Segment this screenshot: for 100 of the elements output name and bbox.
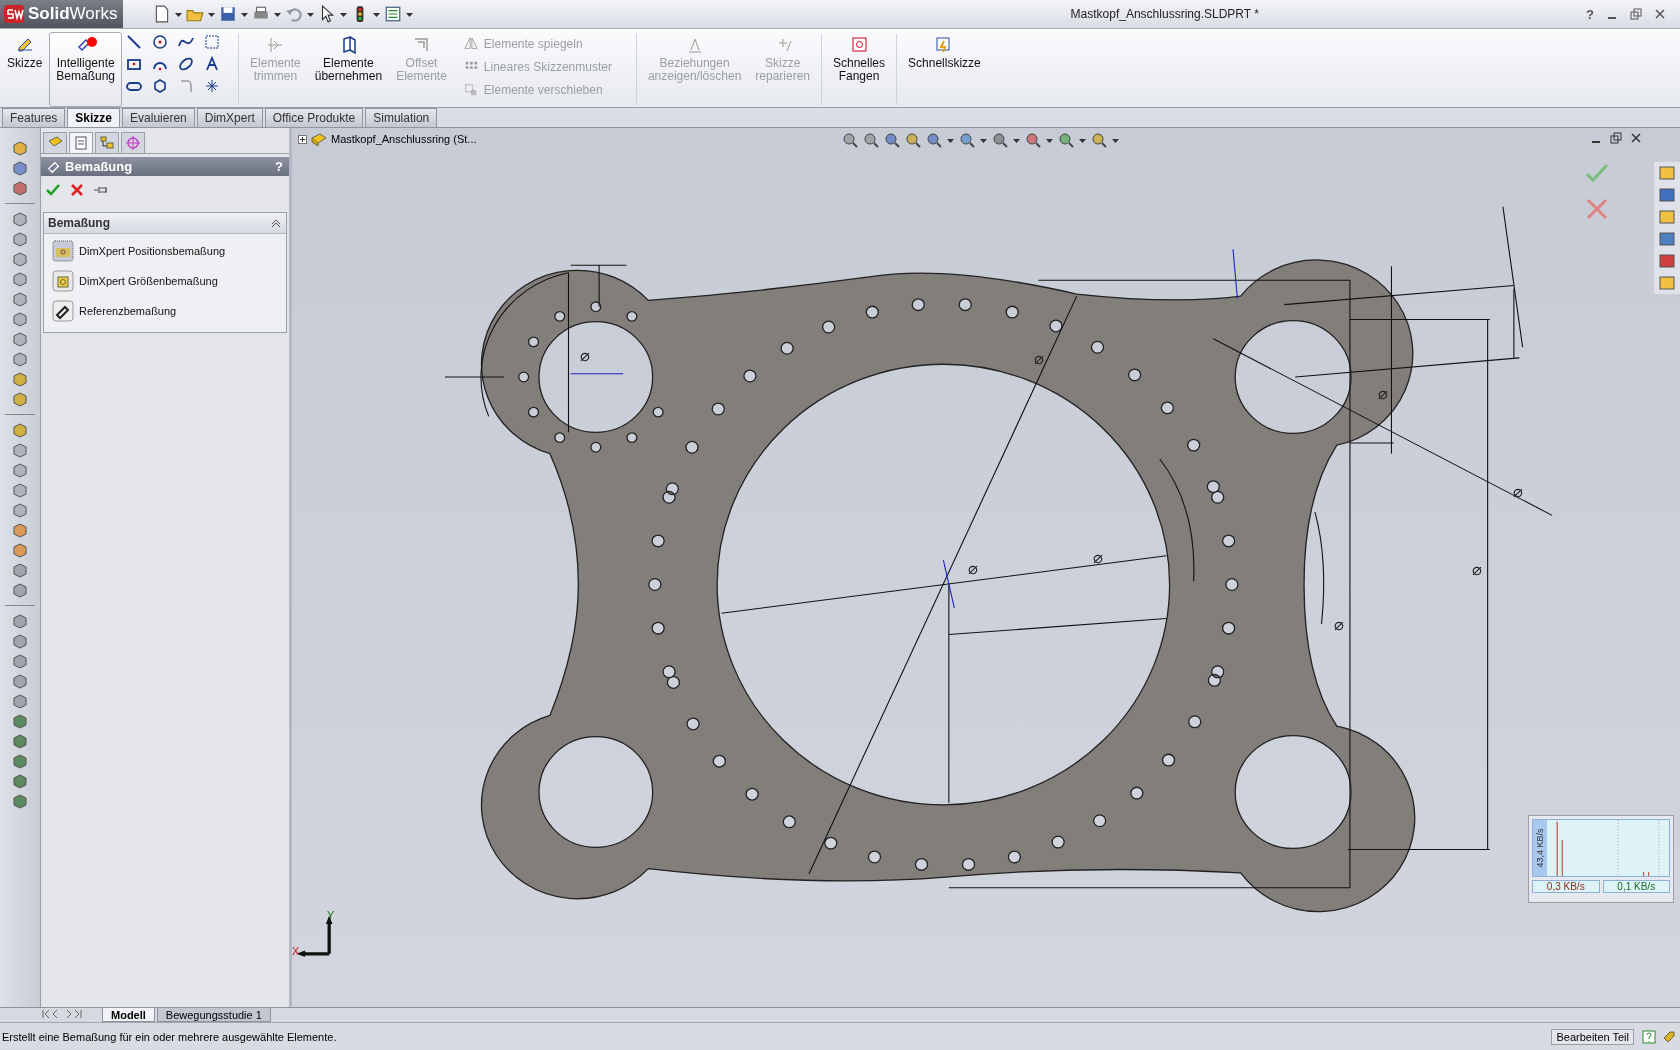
caret-icon[interactable] xyxy=(980,136,987,144)
options-icon[interactable] xyxy=(384,5,403,23)
line-icon[interactable] xyxy=(126,34,143,50)
zoom-area-icon[interactable] xyxy=(863,132,879,148)
option-item[interactable]: DimXpert Größenbemaßung xyxy=(44,266,286,296)
toolbar-tool-icon[interactable] xyxy=(12,482,28,498)
ribbon-button[interactable]: Schnellskizze xyxy=(901,32,988,107)
toolbar-tool-icon[interactable] xyxy=(12,633,28,649)
tab[interactable]: Features xyxy=(2,108,66,127)
toolbar-tool-icon[interactable] xyxy=(12,793,28,809)
toolbar-tool-icon[interactable] xyxy=(12,562,28,578)
toolbar-tool-icon[interactable] xyxy=(12,522,28,538)
tab[interactable]: Office Produkte xyxy=(264,108,364,127)
app-logo: SolidWorks xyxy=(28,4,118,24)
caret-icon[interactable] xyxy=(947,136,954,144)
caret-icon[interactable] xyxy=(208,10,216,18)
ribbon-button[interactable]: Intelligente Bemaßung xyxy=(49,32,123,107)
caret-icon[interactable] xyxy=(1079,136,1086,144)
toolbar-tool-icon[interactable] xyxy=(12,231,28,247)
text-icon[interactable] xyxy=(204,56,221,72)
toolbar-tool-icon[interactable] xyxy=(12,502,28,518)
tree-item[interactable]: Mastkopf_Anschlussring (St... xyxy=(331,133,477,145)
toolbar-tool-icon[interactable] xyxy=(12,351,28,367)
close-icon[interactable] xyxy=(1654,8,1666,20)
toolbar-tool-icon[interactable] xyxy=(12,160,28,176)
tab[interactable]: Skizze xyxy=(67,108,121,127)
tab[interactable]: DimXpert xyxy=(196,108,263,127)
toolbar-tool-icon[interactable] xyxy=(12,773,28,789)
tab[interactable]: Simulation xyxy=(365,108,438,127)
ok-check-icon[interactable] xyxy=(45,182,61,198)
help-button[interactable]: ? xyxy=(1586,6,1594,22)
help-button[interactable]: ? xyxy=(275,159,283,174)
toolbar-tool-icon[interactable] xyxy=(12,271,28,287)
toolbar-tool-icon[interactable] xyxy=(12,291,28,307)
caret-icon[interactable] xyxy=(1112,136,1119,144)
zoom-fit-icon[interactable] xyxy=(842,132,858,148)
toolbar-tool-icon[interactable] xyxy=(12,713,28,729)
close-icon[interactable] xyxy=(1630,132,1642,144)
panel-tab[interactable] xyxy=(43,132,67,153)
toolbar-tool-icon[interactable] xyxy=(12,331,28,347)
caret-icon[interactable] xyxy=(340,10,348,18)
restore-icon[interactable] xyxy=(1610,132,1622,144)
tab[interactable]: Evaluieren xyxy=(122,108,195,127)
toolbar-tool-icon[interactable] xyxy=(12,140,28,156)
panel-tab[interactable] xyxy=(69,132,93,153)
ribbon-button[interactable]: Elemente übernehmen xyxy=(307,32,390,107)
toolbar-tool-icon[interactable] xyxy=(12,462,28,478)
option-item[interactable]: DimXpert Positionsbemaßung xyxy=(44,236,286,266)
diameter-symbol: ⌀ xyxy=(1333,615,1345,634)
toolbar-tool-icon[interactable] xyxy=(12,371,28,387)
toolbar-tool-icon[interactable] xyxy=(12,613,28,629)
ribbon-button[interactable]: Skizze xyxy=(0,32,50,107)
caret-icon[interactable] xyxy=(1046,136,1053,144)
option-item[interactable]: Referenzbemaßung xyxy=(44,296,286,326)
tab[interactable]: Modell xyxy=(102,1008,155,1022)
toolbar-tool-icon[interactable] xyxy=(12,180,28,196)
panel-tab[interactable] xyxy=(95,132,119,153)
toolbar-tool-icon[interactable] xyxy=(12,442,28,458)
ellipse-icon[interactable] xyxy=(178,56,195,72)
cancel-x-icon[interactable] xyxy=(69,182,85,198)
toolbar-tool-icon[interactable] xyxy=(12,251,28,267)
tab[interactable]: Bewegungsstudie 1 xyxy=(156,1008,271,1022)
caret-icon[interactable] xyxy=(307,10,315,18)
toolbar-tool-icon[interactable] xyxy=(12,422,28,438)
expand-plus-icon[interactable] xyxy=(298,134,307,144)
toolbar-tool-icon[interactable] xyxy=(12,693,28,709)
diameter-symbol: ⌀ xyxy=(967,559,978,577)
caret-icon[interactable] xyxy=(1013,136,1020,144)
selected-dimension-line xyxy=(570,373,624,375)
toolbar-tool-icon[interactable] xyxy=(12,211,28,227)
tag-icon[interactable] xyxy=(1662,1029,1676,1044)
ok-check-icon[interactable] xyxy=(1584,162,1610,184)
toolbar-tool-icon[interactable] xyxy=(12,582,28,598)
restore-icon[interactable] xyxy=(1630,8,1642,20)
caret-icon[interactable] xyxy=(373,10,381,18)
rectangle-icon[interactable] xyxy=(126,56,143,72)
ribbon-button[interactable]: Schnelles Fangen xyxy=(826,32,893,107)
polygon-icon[interactable] xyxy=(152,78,169,94)
collapse-chevron-icon[interactable] xyxy=(270,218,282,228)
toolbar-tool-icon[interactable] xyxy=(12,653,28,669)
caret-icon[interactable] xyxy=(406,10,414,18)
group-title: Bemaßung xyxy=(48,216,110,230)
toolbar-tool-icon[interactable] xyxy=(12,733,28,749)
toolbar-tool-icon[interactable] xyxy=(12,542,28,558)
help-icon[interactable] xyxy=(1642,1029,1656,1044)
grid-icon[interactable] xyxy=(204,34,221,50)
point-icon[interactable] xyxy=(204,78,221,94)
status-message: Erstellt eine Bemaßung für ein oder mehrere ausgewählte Elemente. xyxy=(2,1030,338,1043)
panel-tab[interactable] xyxy=(121,132,145,153)
caret-icon[interactable] xyxy=(175,10,183,18)
part-icon xyxy=(311,132,327,146)
toolbar-tool-icon[interactable] xyxy=(12,673,28,689)
toolbar-tool-icon[interactable] xyxy=(12,753,28,769)
caret-icon[interactable] xyxy=(274,10,282,18)
circle-icon[interactable] xyxy=(152,34,169,50)
toolbar-tool-icon[interactable] xyxy=(12,391,28,407)
caret-icon[interactable] xyxy=(241,10,249,18)
save-icon[interactable] xyxy=(219,5,238,23)
part-drawing[interactable] xyxy=(480,259,1416,913)
toolbar-tool-icon[interactable] xyxy=(12,311,28,327)
